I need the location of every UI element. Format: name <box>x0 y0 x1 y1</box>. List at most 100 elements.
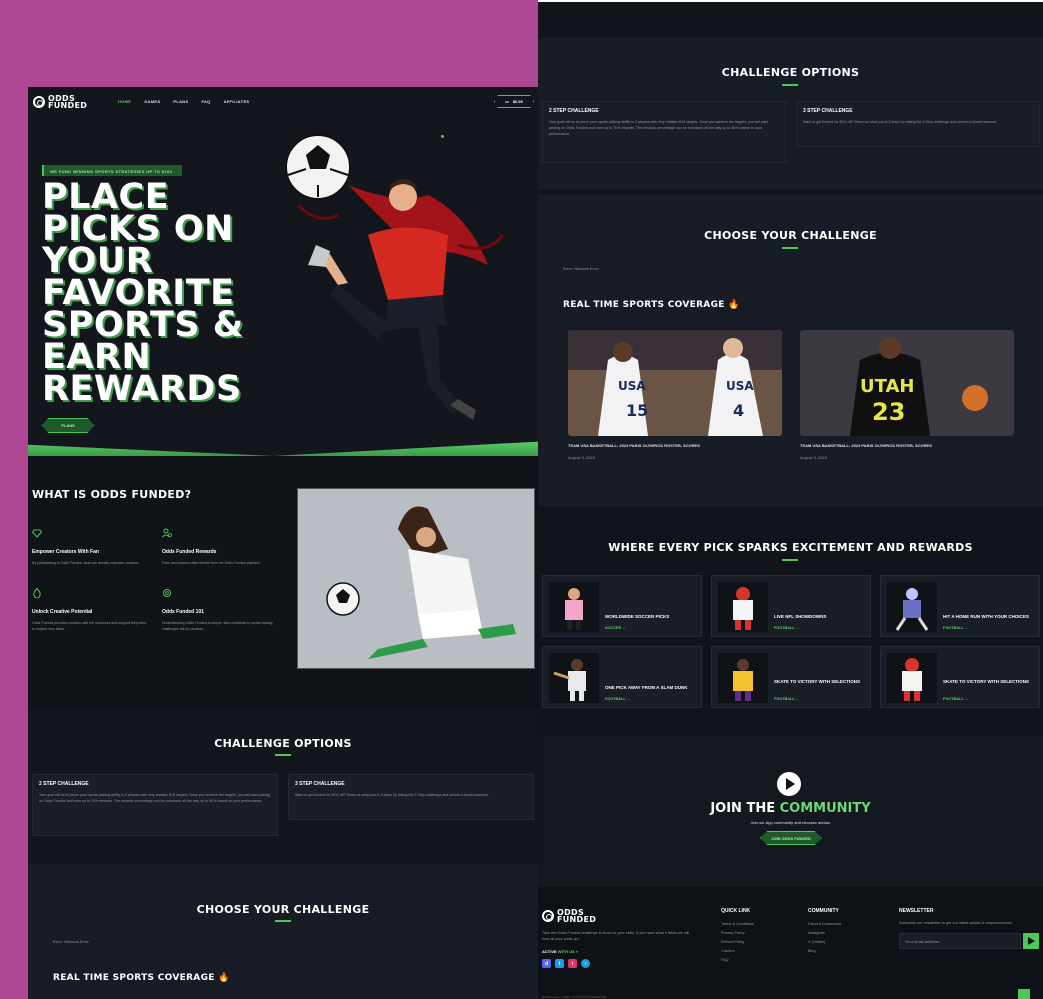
challenge-card-3step[interactable]: 3 STEP CHALLENGE Want to get funded for … <box>796 101 1040 147</box>
logo[interactable]: ODDS FUNDED <box>33 95 87 110</box>
challenge-card-2step[interactable]: 2 STEP CHALLENGE Your goal will be to pr… <box>542 101 786 163</box>
choose-title: CHOOSE YOUR CHALLENGE <box>704 229 877 242</box>
fire-icon: 🔥 <box>218 973 230 983</box>
send-icon[interactable] <box>1023 933 1039 949</box>
challenge-card-2step[interactable]: 2 STEP CHALLENGE Your goal will be to pr… <box>32 774 278 836</box>
choose-section-right: CHOOSE YOUR CHALLENGE Error: Network Err… <box>538 194 1043 506</box>
balance-button[interactable]: ▭ $0.00 <box>494 95 534 108</box>
challenge-title: CHALLENGE OPTIONS <box>214 737 352 750</box>
footer-link[interactable]: X (Twitter) <box>808 940 825 944</box>
join-subtitle: Join our App community and choosec anduu… <box>750 820 831 825</box>
news-date: August 3, 2024 <box>568 455 595 460</box>
error-message: Error: Network Error <box>53 939 89 944</box>
copyright: OddsFunded © 2024 - ALL RIGHTS RESERVED <box>542 995 608 999</box>
choose-section: CHOOSE YOUR CHALLENGE Error: Network Err… <box>28 864 538 999</box>
footer-link[interactable]: Refund Policy <box>721 940 744 944</box>
athlete-graphic <box>902 658 922 701</box>
twitter-icon[interactable]: t <box>555 959 564 968</box>
sport-link[interactable]: FOOTBALL → <box>943 626 968 630</box>
athlete-thumbnail <box>718 582 768 632</box>
news-title[interactable]: TEAM USA BASKETBALL: 2024 PARIS OLYMPICS… <box>800 443 932 448</box>
title-underline <box>782 559 798 561</box>
sport-card-football[interactable]: SKATE TO VICTORY WITH SELECTIONS FOOTBAL… <box>880 646 1040 708</box>
realtime-title: REAL TIME SPORTS COVERAGE 🔥 <box>53 973 230 983</box>
nav-faq[interactable]: FAQ <box>201 99 210 104</box>
athlete-graphic <box>733 587 753 630</box>
sport-link[interactable]: FOOTBALL → <box>943 697 968 701</box>
feature-item: Odds Funded Rewards Fans and creators al… <box>162 525 280 566</box>
telegram-icon[interactable]: › <box>581 959 590 968</box>
wallet-icon: ▭ <box>505 99 509 104</box>
footer-link[interactable]: Discord Community <box>808 922 841 926</box>
decor-dot <box>441 135 444 138</box>
news-title[interactable]: TEAM USA BASKETBALL: 2024 PARIS OLYMPICS… <box>568 443 700 448</box>
feature-item: Empower Creators With Fan By participati… <box>31 525 150 566</box>
footer-link[interactable]: Careers <box>721 949 735 953</box>
nav-plans[interactable]: PLANS <box>173 99 188 104</box>
basketball-players-graphic: USA 15 USA 4 <box>568 330 782 436</box>
choose-title: CHOOSE YOUR CHALLENGE <box>196 903 370 916</box>
news-image[interactable]: UTAH 23 <box>800 330 1014 436</box>
community-title: COMMUNITY <box>808 908 839 914</box>
athlete-thumbnail <box>887 582 937 632</box>
fire-icon: 🔥 <box>728 300 740 310</box>
athlete-thumbnail <box>718 653 768 703</box>
join-button[interactable]: JOIN ODDS FUNDED <box>760 831 822 845</box>
scroll-to-top-button[interactable] <box>1018 989 1030 999</box>
soccer-player-illustration <box>285 134 505 420</box>
sport-card-nfl[interactable]: LIVE NFL SHOWDOWNS FOOTBALL → <box>711 575 871 637</box>
page-right-column: CHALLENGE OPTIONS 2 STEP CHALLENGE Your … <box>538 2 1043 999</box>
what-title: WHAT IS ODDS FUNDED? <box>32 488 192 501</box>
droplet-icon <box>33 587 41 599</box>
nav-games[interactable]: GAMES <box>144 99 160 104</box>
news-date: August 3, 2024 <box>800 455 827 460</box>
svg-text:USA: USA <box>618 379 646 393</box>
athlete-thumbnail <box>549 582 599 632</box>
athlete-graphic <box>895 588 929 631</box>
instagram-icon[interactable]: i <box>568 959 577 968</box>
news-image[interactable]: USA 15 USA 4 <box>568 330 782 436</box>
hero-tagline: WE FUND WINNING SPORTS STRATEGIES UP TO … <box>42 165 182 176</box>
sport-link[interactable]: SOCCER → <box>605 626 626 630</box>
footer-link[interactable]: Privacy Policy <box>721 931 745 935</box>
hero-divider <box>28 441 538 456</box>
basketball-player-graphic: UTAH 23 <box>800 330 1014 436</box>
sport-card-soccer[interactable]: WORLDWIDE SOCCER PICKS SOCCER → <box>542 575 702 637</box>
active-with-us[interactable]: ACTIVE WITH US » <box>542 949 578 954</box>
sport-card-basketball[interactable]: ONE PICK AWAY FROM A SLAM DUNK FOOTBALL … <box>542 646 702 708</box>
footer-link[interactable]: FAQ <box>721 958 729 962</box>
discord-icon[interactable]: d <box>542 959 551 968</box>
athlete-thumbnail <box>549 653 599 703</box>
diamond-icon <box>31 529 43 538</box>
hero-title: PLACE PICKS ON YOUR FAVORITE SPORTS & EA… <box>42 177 244 409</box>
feature-item: Odds Funded 101 Understanding Odds Funde… <box>162 585 280 632</box>
sport-card-hockey[interactable]: SKATE TO VICTORY WITH SELECTIONS FOOTBAL… <box>711 646 871 708</box>
nav-affiliates[interactable]: AFFILIATES <box>224 99 250 104</box>
athlete-thumbnail <box>887 653 937 703</box>
svg-text:4: 4 <box>733 401 744 420</box>
athlete-graphic <box>565 588 583 630</box>
title-underline <box>275 754 291 756</box>
sport-link[interactable]: FOOTBALL → <box>774 626 799 630</box>
gear-icon <box>163 589 171 597</box>
newsletter-description: Subscribe our newsletter to get our late… <box>899 921 1012 925</box>
hero-plans-button[interactable]: PLANS <box>42 418 94 433</box>
player-photo-graphic <box>298 489 534 668</box>
page-left-column: ODDS FUNDED HOME GAMES PLANS FAQ AFFILIA… <box>28 87 538 999</box>
footer-link[interactable]: Instagram <box>808 931 825 935</box>
sport-link[interactable]: FOOTBALL → <box>605 697 630 701</box>
footer-link[interactable]: Blog <box>808 949 816 953</box>
female-soccer-photo <box>297 488 535 669</box>
logo-icon <box>542 910 554 922</box>
nav-home[interactable]: HOME <box>118 99 131 104</box>
what-is-section: WHAT IS ODDS FUNDED? Empower Creators Wi… <box>28 456 538 709</box>
challenge-card-3step[interactable]: 3 STEP CHALLENGE Want to get funded for … <box>288 774 534 820</box>
sport-card-baseball[interactable]: HIT A HOME RUN WITH YOUR CHOICES FOOTBAL… <box>880 575 1040 637</box>
footer-logo[interactable]: ODDS FUNDED <box>542 909 596 924</box>
error-message: Error: Network Error <box>563 266 599 271</box>
footer: ODDS FUNDED Take the Odds Funded challen… <box>538 887 1043 999</box>
footer-link[interactable]: Terms & Conditions <box>721 922 754 926</box>
newsletter-email-input[interactable]: Your email address <box>899 933 1021 949</box>
play-icon[interactable] <box>777 772 801 796</box>
sport-link[interactable]: FOOTBALL → <box>774 697 799 701</box>
